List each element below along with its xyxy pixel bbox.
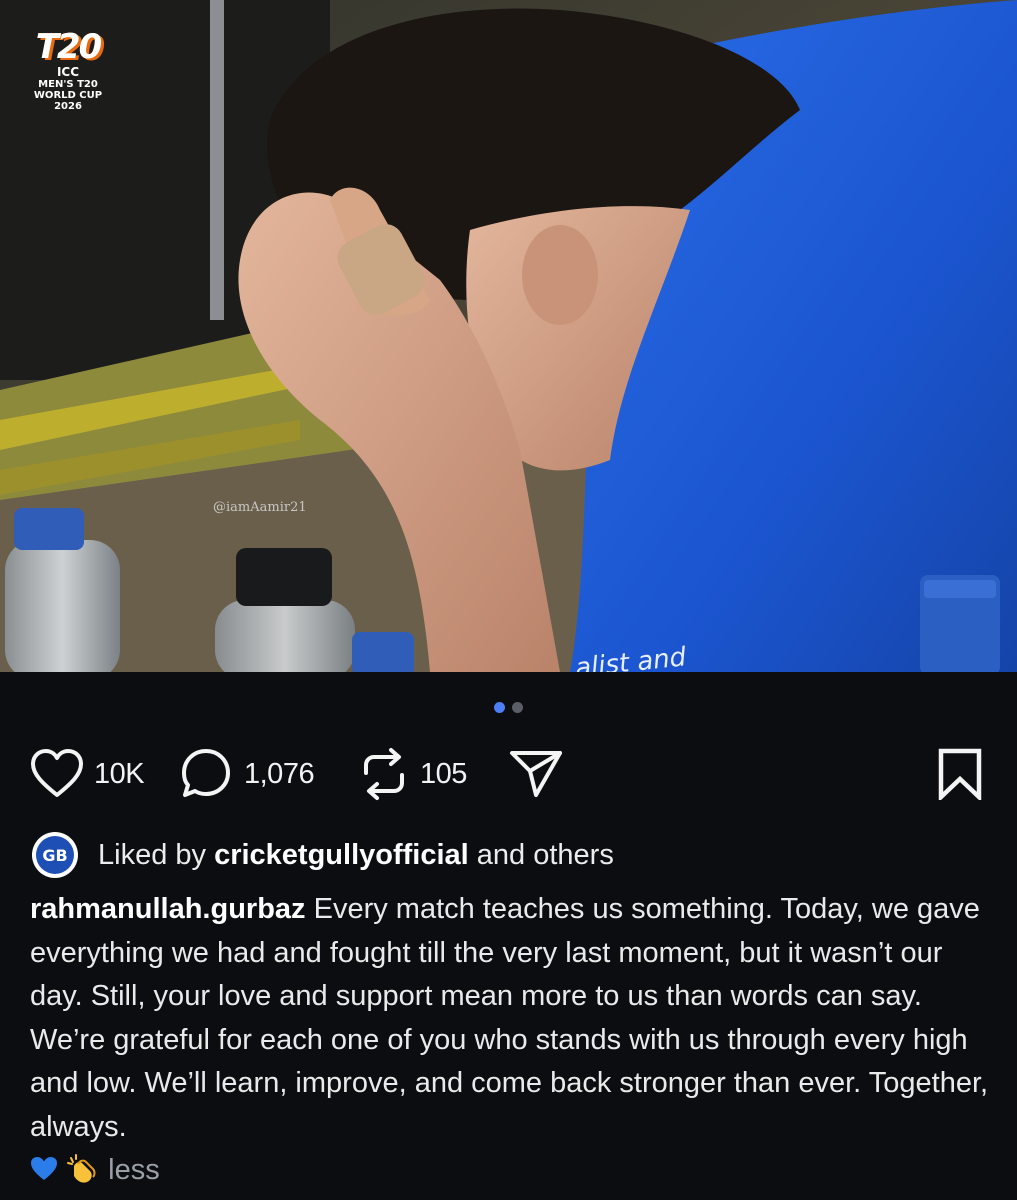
liker-avatar-badge: GB xyxy=(36,836,74,874)
like-button[interactable]: 10K xyxy=(30,746,145,802)
post-caption: rahmanullah.gurbaz Every match teaches u… xyxy=(30,888,995,1193)
like-count: 10K xyxy=(94,757,145,790)
action-bar: 10K 1,076 105 xyxy=(30,746,990,802)
logo-org: ICC xyxy=(56,65,80,79)
heart-icon xyxy=(31,749,83,797)
logo-line-2: WORLD CUP xyxy=(33,90,103,101)
t20-world-cup-logo: T20 ICC MEN'S T20 WORLD CUP 2026 xyxy=(26,28,110,112)
comment-button[interactable]: 1,076 xyxy=(180,746,315,802)
repost-count: 105 xyxy=(420,757,467,790)
blue-heart-emoji-icon xyxy=(31,1157,57,1180)
caption-username[interactable]: rahmanullah.gurbaz xyxy=(30,893,306,925)
comment-icon xyxy=(182,749,230,797)
carousel-indicator xyxy=(0,702,1017,713)
comment-count: 1,076 xyxy=(244,757,315,790)
logo-line-1: MEN'S T20 xyxy=(38,79,98,90)
post-photo[interactable]: T20 ICC MEN'S T20 WORLD CUP 2026 @iamAam… xyxy=(0,0,1017,672)
share-button[interactable] xyxy=(508,746,564,802)
repost-button[interactable]: 105 xyxy=(358,746,467,802)
photo-illustration xyxy=(0,0,1017,672)
liker-avatar[interactable]: GB xyxy=(32,832,78,878)
clapping-hands-emoji-icon xyxy=(67,1154,96,1183)
repost-icon xyxy=(364,748,404,800)
liked-by-username[interactable]: cricketgullyofficial xyxy=(214,839,469,871)
liked-by-suffix[interactable]: and others xyxy=(477,839,614,871)
liked-by-row[interactable]: GB Liked by cricketgullyofficial and oth… xyxy=(32,832,614,878)
logo-mark: T20 xyxy=(35,27,103,67)
carousel-dot xyxy=(512,702,523,713)
liked-by-prefix: Liked by xyxy=(98,838,207,871)
bookmark-button[interactable] xyxy=(936,746,984,802)
liked-by-text: Liked by cricketgullyofficial and others xyxy=(98,839,614,872)
caption-less-toggle[interactable]: less xyxy=(108,1154,160,1186)
caption-text: Every match teaches us something. Today,… xyxy=(30,893,989,1143)
logo-year: 2026 xyxy=(54,101,82,112)
share-icon xyxy=(510,751,562,797)
carousel-dot-active xyxy=(494,702,505,713)
bookmark-icon xyxy=(938,748,982,800)
photo-watermark: @iamAamir21 xyxy=(213,500,307,515)
